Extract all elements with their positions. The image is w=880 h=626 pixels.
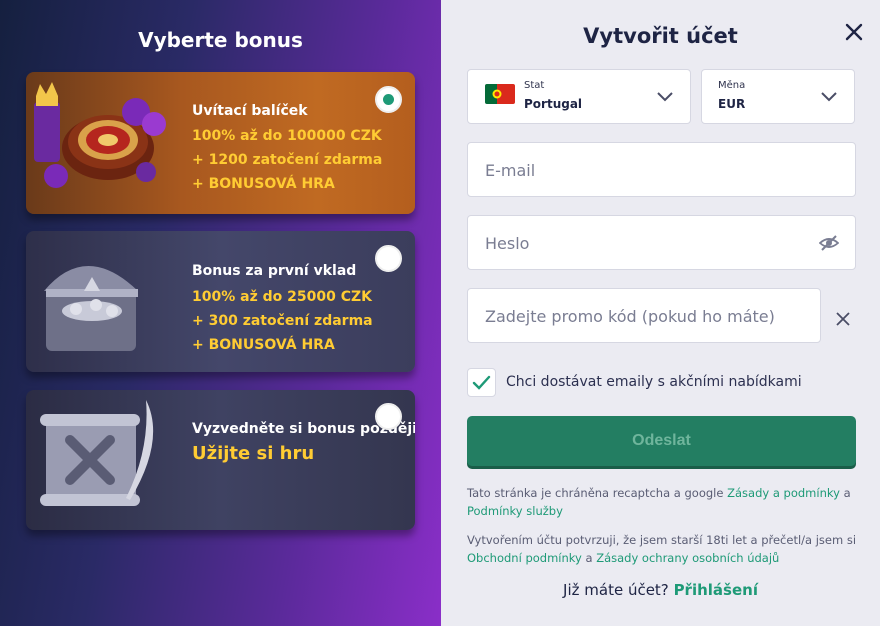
bonus-radio[interactable] (375, 245, 402, 272)
recaptcha-notice: Tato stránka je chráněna recaptcha a goo… (467, 484, 857, 520)
chevron-down-icon (656, 88, 674, 102)
roulette-chips-illustration (26, 72, 176, 214)
scroll-quill-illustration (26, 390, 176, 530)
country-select[interactable]: Stat Portugal (467, 69, 691, 124)
service-terms-link[interactable]: Podmínky služby (467, 504, 563, 518)
treasure-chest-illustration (26, 231, 176, 372)
chevron-down-icon (820, 88, 838, 102)
newsletter-label: Chci dostávat emaily s akčními nabídkami (506, 374, 802, 390)
login-prompt: Již máte účet? Přihlášení (441, 581, 880, 599)
recaptcha-and: a (843, 486, 851, 500)
currency-value: EUR (718, 97, 746, 111)
bonus-card-later[interactable]: Vyzvedněte si bonus později Užijte si hr… (26, 390, 415, 530)
clear-icon[interactable] (835, 311, 851, 327)
eye-off-icon[interactable] (818, 234, 840, 252)
bonus-panel: Vyberte bonus Uvítací balíček 100% až do… (0, 0, 441, 626)
password-field[interactable]: Heslo (467, 215, 856, 270)
bonus-card-line: Užijte si hru (192, 443, 315, 464)
bonus-card-line: 100% až do 100000 CZK (192, 128, 382, 144)
login-link[interactable]: Přihlášení (674, 581, 758, 599)
bonus-panel-title: Vyberte bonus (138, 28, 303, 52)
country-value: Portugal (524, 97, 583, 111)
bonus-card-welcome[interactable]: Uvítací balíček 100% až do 100000 CZK + … (26, 72, 415, 214)
bonus-card-line: 100% až do 25000 CZK (192, 289, 372, 305)
consent-and: a (585, 551, 593, 565)
bonus-card-first-deposit[interactable]: Bonus za první vklad 100% až do 25000 CZ… (26, 231, 415, 372)
email-placeholder: E-mail (485, 161, 536, 180)
currency-select[interactable]: Měna EUR (701, 69, 855, 124)
promo-placeholder: Zadejte promo kód (pokud ho máte) (485, 307, 775, 326)
email-field[interactable]: E-mail (467, 142, 856, 197)
portugal-flag-icon (485, 84, 515, 104)
recaptcha-text: Tato stránka je chráněna recaptcha a goo… (467, 486, 724, 500)
submit-button[interactable]: Odeslat (467, 416, 856, 466)
have-account-text: Již máte účet? (563, 581, 669, 599)
bonus-card-title: Bonus za první vklad (192, 263, 357, 279)
consent-notice: Vytvořením účtu potvrzuji, že jsem starš… (467, 531, 857, 567)
bonus-card-line: + BONUSOVÁ HRA (192, 337, 335, 353)
bonus-card-line: + 1200 zatočení zdarma (192, 152, 383, 168)
close-icon[interactable] (842, 20, 866, 44)
consent-text: Vytvořením účtu potvrzuji, že jsem starš… (467, 533, 857, 547)
country-label: Stat (524, 80, 545, 91)
bonus-radio[interactable] (375, 403, 402, 430)
privacy-policy-link[interactable]: Zásady ochrany osobních údajů (596, 551, 779, 565)
currency-label: Měna (718, 80, 746, 91)
terms-link[interactable]: Zásady a podmínky (727, 486, 840, 500)
business-terms-link[interactable]: Obchodní podmínky (467, 551, 582, 565)
bonus-card-title: Uvítací balíček (192, 103, 308, 119)
checkmark-icon (472, 375, 491, 390)
register-title: Vytvořit účet (583, 24, 738, 48)
promo-code-field[interactable]: Zadejte promo kód (pokud ho máte) (467, 288, 821, 343)
password-placeholder: Heslo (485, 234, 530, 253)
bonus-card-line: + BONUSOVÁ HRA (192, 176, 335, 192)
newsletter-checkbox[interactable] (467, 368, 496, 397)
bonus-card-line: + 300 zatočení zdarma (192, 313, 373, 329)
bonus-radio-selected[interactable] (375, 86, 402, 113)
